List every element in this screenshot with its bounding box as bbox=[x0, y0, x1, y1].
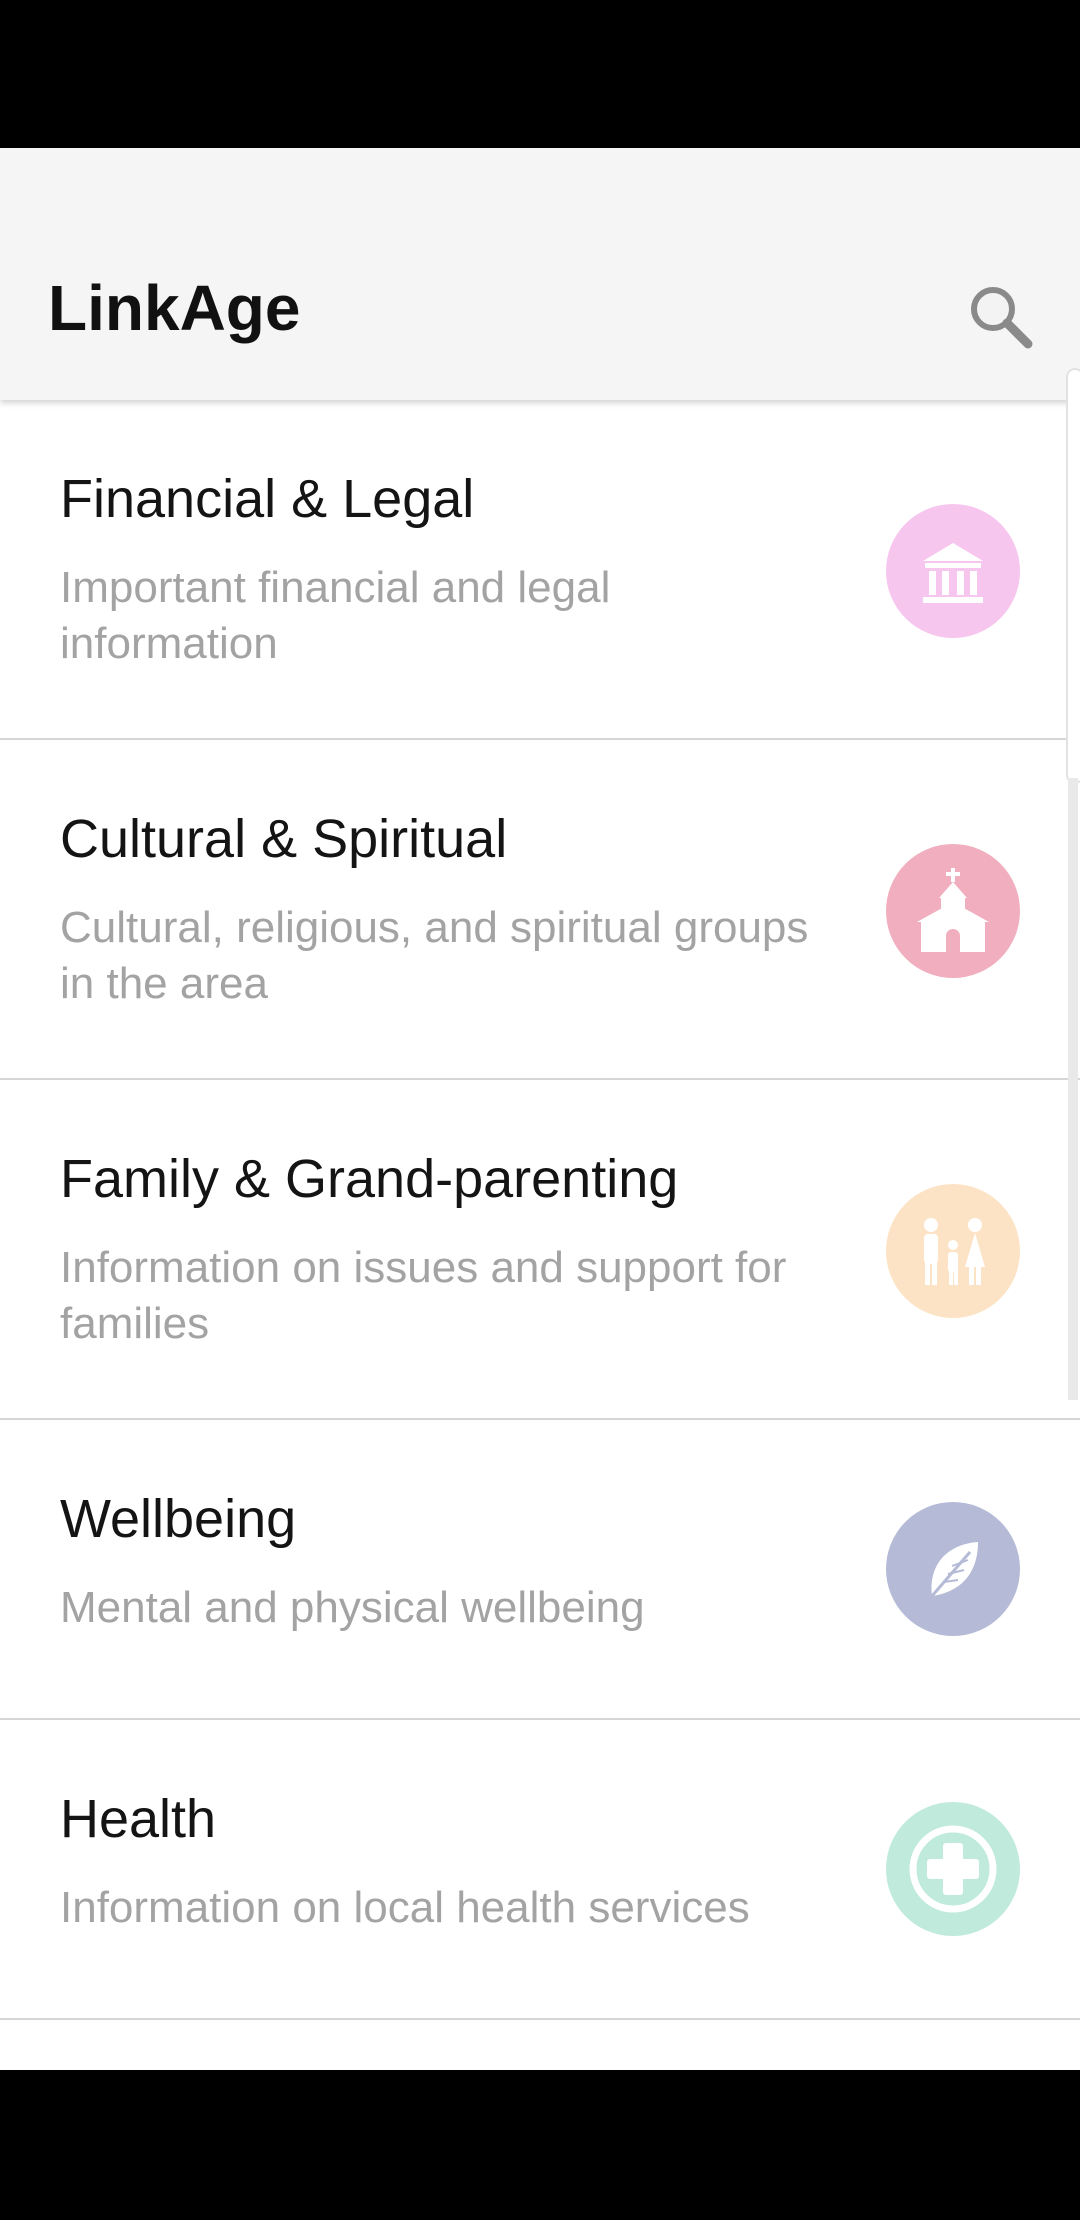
health-cross-icon bbox=[886, 1802, 1020, 1936]
list-item-description: Mental and physical wellbeing bbox=[60, 1583, 645, 1632]
navigation-bar bbox=[0, 2070, 1080, 2220]
search-button[interactable] bbox=[960, 276, 1040, 356]
list-item-title: Health bbox=[60, 1789, 217, 1849]
search-icon bbox=[971, 287, 1033, 349]
list-item-title: Cultural & Spiritual bbox=[60, 809, 508, 869]
scrollbar-thumb[interactable] bbox=[1066, 368, 1080, 784]
list-item-health[interactable]: Health Information on local health servi… bbox=[0, 1720, 1080, 2020]
scrollbar-track[interactable] bbox=[1068, 778, 1078, 1400]
list-item-description: Important financial and legal informatio… bbox=[60, 563, 611, 668]
status-bar bbox=[0, 0, 1080, 148]
list-item-financial-legal[interactable]: Financial & Legal Important financial an… bbox=[0, 400, 1080, 740]
list-item-title: Wellbeing bbox=[60, 1489, 297, 1549]
list-item-family-grandparenting[interactable]: Family & Grand-parenting Information on … bbox=[0, 1080, 1080, 1420]
list-item-cultural-spiritual[interactable]: Cultural & Spiritual Cultural, religious… bbox=[0, 740, 1080, 1080]
list-item-wellbeing[interactable]: Wellbeing Mental and physical wellbeing bbox=[0, 1420, 1080, 1720]
list-item-description: Information on issues and support for fa… bbox=[60, 1243, 787, 1348]
category-list: Financial & Legal Important financial an… bbox=[0, 400, 1080, 2020]
leaf-icon bbox=[886, 1502, 1020, 1636]
list-item-title: Family & Grand-parenting bbox=[60, 1149, 679, 1209]
list-item-description: Information on local health services bbox=[60, 1883, 750, 1932]
app-bar: LinkAge bbox=[0, 148, 1080, 400]
app-title: LinkAge bbox=[48, 272, 301, 344]
list-item-description: Cultural, religious, and spiritual group… bbox=[60, 903, 809, 1008]
app-screen: LinkAge Financial & Legal Important fina… bbox=[0, 148, 1080, 2070]
bank-icon bbox=[886, 504, 1020, 638]
church-icon bbox=[886, 844, 1020, 978]
family-icon bbox=[886, 1184, 1020, 1318]
list-item-title: Financial & Legal bbox=[60, 469, 475, 529]
